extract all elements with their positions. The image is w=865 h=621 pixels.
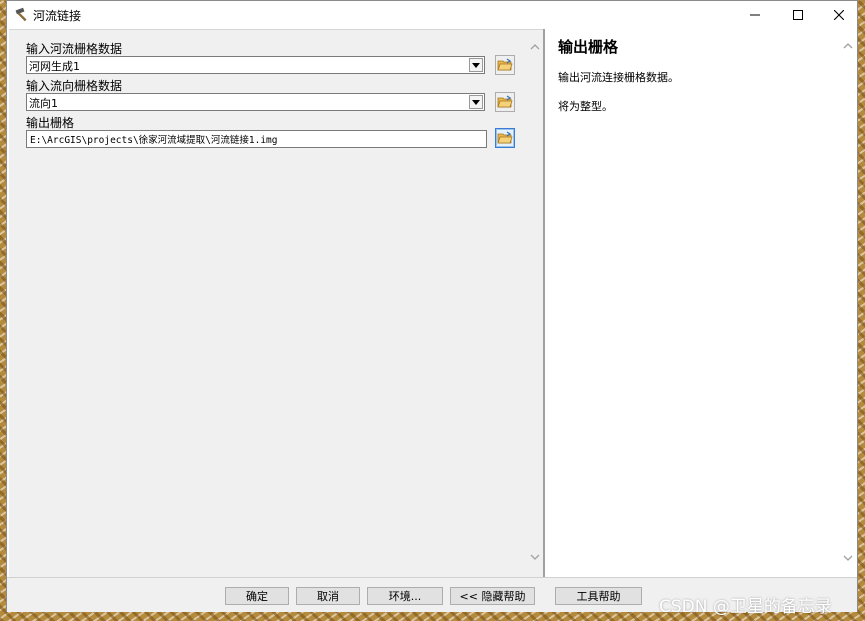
scroll-up-icon[interactable] bbox=[528, 40, 542, 54]
cancel-button[interactable]: 取消 bbox=[296, 587, 360, 605]
open-folder-icon bbox=[497, 95, 513, 108]
window-title: 河流链接 bbox=[33, 9, 82, 23]
input-flow-direction-label: 输入流向栅格数据 bbox=[26, 79, 123, 93]
watermark-text: CSDN @卫星的备忘录 bbox=[659, 597, 832, 617]
title-bar[interactable]: 河流链接 bbox=[7, 1, 857, 29]
minimize-icon bbox=[750, 14, 760, 16]
dropdown-arrow-icon[interactable] bbox=[469, 95, 483, 109]
browse-output-raster-button[interactable] bbox=[495, 128, 515, 148]
input-flow-direction-value: 流向1 bbox=[29, 97, 58, 110]
environments-button[interactable]: 环境... bbox=[367, 587, 443, 605]
maximize-icon bbox=[793, 10, 803, 20]
help-note: 将为整型。 bbox=[558, 100, 613, 113]
dropdown-arrow-icon[interactable] bbox=[469, 58, 483, 72]
minimize-button[interactable] bbox=[735, 1, 775, 29]
output-raster-label: 输出栅格 bbox=[26, 116, 75, 130]
help-pane: 输出栅格 输出河流连接栅格数据。 将为整型。 bbox=[545, 29, 857, 577]
input-stream-raster-combo[interactable]: 河网生成1 bbox=[26, 56, 485, 74]
help-title: 输出栅格 bbox=[558, 38, 619, 56]
open-folder-icon bbox=[497, 131, 513, 144]
browse-flow-direction-button[interactable] bbox=[495, 92, 515, 112]
input-flow-direction-combo[interactable]: 流向1 bbox=[26, 93, 485, 111]
scroll-up-icon[interactable] bbox=[841, 39, 855, 53]
help-description: 输出河流连接栅格数据。 bbox=[558, 71, 679, 84]
hide-help-button[interactable]: << 隐藏帮助 bbox=[450, 587, 535, 605]
tool-help-button[interactable]: 工具帮助 bbox=[555, 587, 642, 605]
close-button[interactable] bbox=[819, 1, 859, 29]
maximize-button[interactable] bbox=[778, 1, 818, 29]
close-icon bbox=[834, 10, 844, 20]
browse-stream-raster-button[interactable] bbox=[495, 55, 515, 75]
help-scrollbar[interactable] bbox=[841, 39, 855, 565]
parameters-scrollbar[interactable] bbox=[528, 40, 542, 560]
scroll-down-icon[interactable] bbox=[841, 551, 855, 565]
scroll-down-icon[interactable] bbox=[528, 550, 542, 564]
output-raster-field[interactable] bbox=[26, 130, 487, 148]
open-folder-icon bbox=[497, 58, 513, 71]
input-stream-raster-value: 河网生成1 bbox=[29, 60, 80, 73]
parameters-pane: 输入河流栅格数据 河网生成1 输入流向栅格数据 流向1 输出栅格 E:\ArcG… bbox=[9, 29, 543, 578]
output-raster-input[interactable] bbox=[27, 131, 486, 147]
tool-dialog-window: 河流链接 输入河流栅格数据 河网生成1 输入流向栅格数据 流向1 输出栅格 E:… bbox=[6, 0, 858, 612]
input-stream-raster-label: 输入河流栅格数据 bbox=[26, 42, 123, 56]
ok-button[interactable]: 确定 bbox=[225, 587, 289, 605]
hammer-icon bbox=[15, 7, 27, 22]
